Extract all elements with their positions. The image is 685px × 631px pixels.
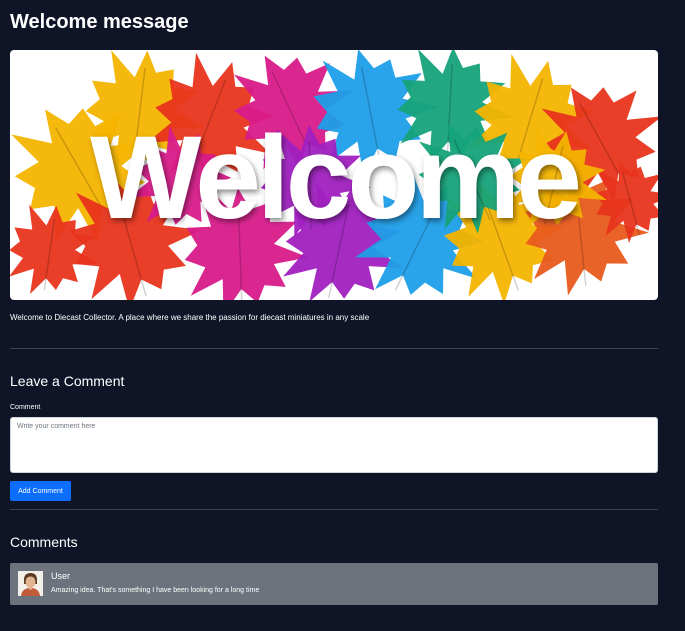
comment-author: User	[51, 571, 71, 581]
leaf-collage-graphic: Welcome	[10, 50, 658, 300]
banner-welcome-text: Welcome	[90, 112, 578, 244]
post-body-text: Welcome to Diecast Collector. A place wh…	[10, 313, 370, 322]
comment-field-label: Comment	[10, 404, 41, 411]
user-avatar-icon	[18, 571, 43, 596]
leave-comment-heading: Leave a Comment	[10, 373, 125, 389]
add-comment-button[interactable]: Add Comment	[10, 481, 71, 501]
comment-input[interactable]	[10, 417, 658, 473]
welcome-banner-image: Welcome	[10, 50, 658, 300]
comment-item: User Amazing idea. That's something I ha…	[10, 563, 658, 605]
section-divider	[10, 509, 658, 510]
comment-text: Amazing idea. That's something I have be…	[51, 587, 260, 594]
section-divider	[10, 348, 658, 349]
blog-post-page: Welcome message Welcome Welcome to Dieca…	[0, 0, 685, 631]
post-title: Welcome message	[10, 11, 189, 33]
comments-heading: Comments	[10, 534, 78, 550]
